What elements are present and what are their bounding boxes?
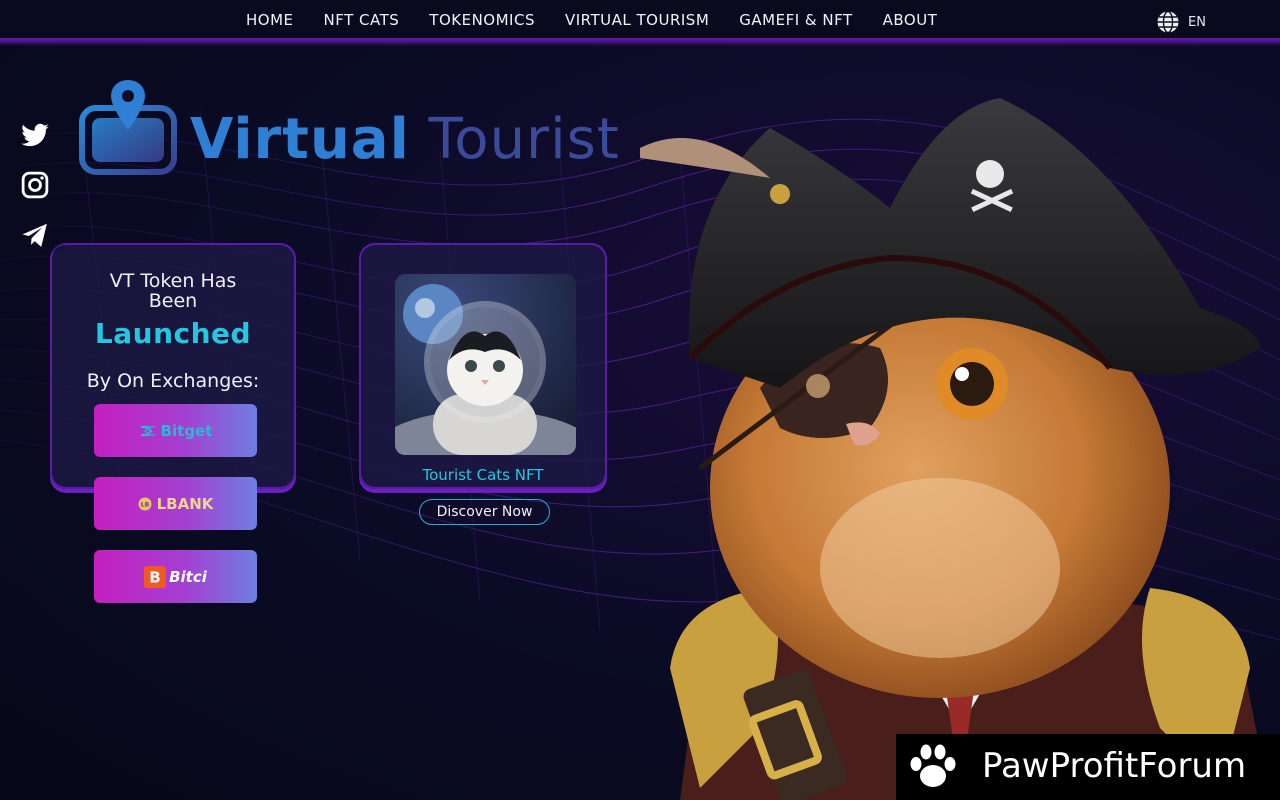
svg-text:LB: LB <box>140 501 149 508</box>
exchange-button-bitget[interactable]: Bitget <box>94 404 257 457</box>
main-menu: HOME NFT CATS TOKENOMICS VIRTUAL TOURISM… <box>246 0 937 40</box>
social-links-rail <box>0 112 64 252</box>
top-nav-bar: HOME NFT CATS TOKENOMICS VIRTUAL TOURISM… <box>0 0 1280 40</box>
token-heading: VT Token Has Been <box>109 270 237 312</box>
globe-icon <box>1157 10 1179 34</box>
exchange-button-bitci[interactable]: B Bitci <box>94 550 257 603</box>
nft-card-title: Tourist Cats NFT <box>422 466 544 484</box>
nav-item-tokenomics[interactable]: TOKENOMICS <box>429 11 535 29</box>
nav-item-nft-cats[interactable]: NFT CATS <box>324 11 400 29</box>
nav-item-home[interactable]: HOME <box>246 11 294 29</box>
language-selector[interactable]: EN <box>1156 10 1206 34</box>
nav-glow-divider <box>0 38 1280 46</box>
exchanges-label: By On Exchanges: <box>86 370 260 392</box>
telegram-icon[interactable] <box>20 220 50 250</box>
watermark-text: PawProfitForum <box>982 746 1247 786</box>
exchange-label-bitget: Bitget <box>160 421 213 440</box>
landing-page: HOME NFT CATS TOKENOMICS VIRTUAL TOURISM… <box>0 0 1280 800</box>
svg-text:B: B <box>149 568 160 586</box>
astronaut-cat-image <box>395 274 576 455</box>
paw-icon <box>910 744 956 787</box>
pirate-cat-hero-image <box>640 98 1270 800</box>
lbank-logo-icon: LB <box>138 497 152 510</box>
discover-now-button[interactable]: Discover Now <box>419 499 550 525</box>
exchange-button-lbank[interactable]: LB LBANK <box>94 477 257 530</box>
language-label: EN <box>1188 14 1206 30</box>
pawprofitforum-watermark: PawProfitForum <box>896 734 1280 800</box>
nav-item-gamefi-nft[interactable]: GAMEFI & NFT <box>739 11 852 29</box>
nav-item-virtual-tourism[interactable]: VIRTUAL TOURISM <box>565 11 709 29</box>
exchange-label-bitci: Bitci <box>169 567 207 586</box>
logo-word-virtual: Virtual <box>190 107 410 172</box>
bitget-logo-icon <box>140 425 155 436</box>
logo-wordmark: Virtual Tourist <box>190 108 620 172</box>
token-status: Launched <box>94 317 252 350</box>
nft-promo-card: Tourist Cats NFT <box>359 243 607 489</box>
bitci-logo-icon: B <box>144 565 167 588</box>
twitter-icon[interactable] <box>20 120 50 150</box>
instagram-icon[interactable] <box>20 170 50 200</box>
logo-word-tourist: Tourist <box>428 107 620 172</box>
site-logo[interactable]: Virtual Tourist <box>78 78 619 178</box>
nav-item-about[interactable]: ABOUT <box>883 11 938 29</box>
vr-headset-pin-icon <box>79 80 177 175</box>
exchange-label-lbank: LBANK <box>156 494 214 513</box>
